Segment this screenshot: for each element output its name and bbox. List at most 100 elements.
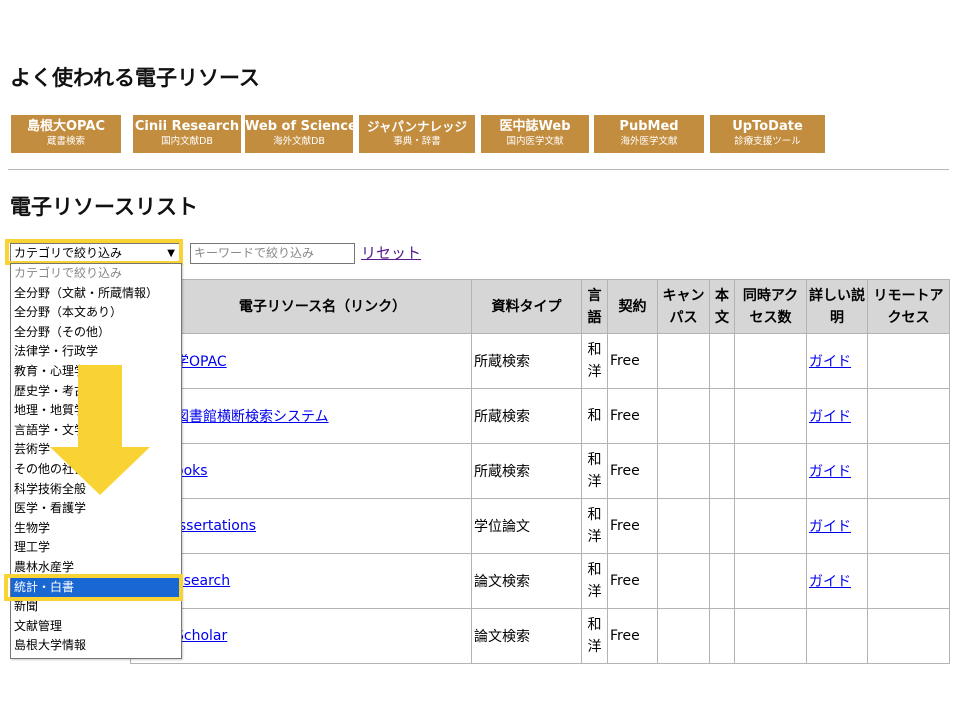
detail-cell: ガイド xyxy=(806,388,868,444)
tile-sublabel: 診療支援ツール xyxy=(734,136,801,147)
contract-cell: Free xyxy=(607,553,658,609)
type-cell-text: 所蔵検索 xyxy=(474,409,530,425)
table-row: ooks 所蔵検索 和洋 Free ガイド xyxy=(130,443,950,499)
select-highlight-frame xyxy=(5,239,183,265)
remote-cell xyxy=(867,333,950,389)
dropdown-option[interactable]: 医学・看護学 xyxy=(11,499,181,519)
concurrent-cell xyxy=(734,388,807,444)
lang-cell-text: 和 xyxy=(587,408,602,424)
lang-cell: 和洋 xyxy=(581,553,608,609)
tile-label: ジャパンナレッジ xyxy=(366,119,467,134)
dropdown-option[interactable]: 島根大学情報 xyxy=(11,636,181,656)
concurrent-cell xyxy=(734,333,807,389)
fulltext-cell xyxy=(709,608,735,664)
col-header-contract[interactable]: 契約 xyxy=(607,279,658,334)
concurrent-cell xyxy=(734,608,807,664)
dropdown-option[interactable]: カテゴリで絞り込み xyxy=(11,264,181,284)
tile-sublabel: 蔵書検索 xyxy=(46,136,85,147)
fulltext-cell xyxy=(709,553,735,609)
tile-label: 医中誌Web xyxy=(499,119,571,134)
contract-cell: Free xyxy=(607,498,658,554)
col-header-fulltext[interactable]: 本文 xyxy=(709,279,735,334)
tile-sublabel: 国内文献DB xyxy=(161,136,213,147)
lang-cell-text: 和洋 xyxy=(587,342,602,380)
contract-cell-text: Free xyxy=(610,628,640,644)
fulltext-cell xyxy=(709,443,735,499)
concurrent-cell xyxy=(734,553,807,609)
tile-cinii[interactable]: Cinii Research 国内文献DB xyxy=(133,115,241,153)
keyword-input[interactable]: キーワードで絞り込み xyxy=(190,243,355,264)
dropdown-option[interactable]: 全分野（本文あり） xyxy=(11,303,181,323)
resource-name-cell-text[interactable]: 学OPAC xyxy=(175,354,227,370)
reset-link[interactable]: リセット xyxy=(361,242,421,263)
lang-cell: 和洋 xyxy=(581,443,608,499)
tile-sublabel: 海外文献DB xyxy=(273,136,325,147)
type-cell: 所蔵検索 xyxy=(471,333,582,389)
contract-cell: Free xyxy=(607,608,658,664)
dropdown-option[interactable]: 文献管理 xyxy=(11,617,181,637)
contract-cell-text: Free xyxy=(610,353,640,369)
type-cell: 所蔵検索 xyxy=(471,388,582,444)
type-cell: 論文検索 xyxy=(471,553,582,609)
dropdown-option[interactable]: 法律学・行政学 xyxy=(11,342,181,362)
resource-name-cell-text[interactable]: issertations xyxy=(175,518,256,534)
fulltext-cell xyxy=(709,388,735,444)
dropdown-option[interactable]: 理工学 xyxy=(11,538,181,558)
tile-label: Web of Science xyxy=(245,119,357,134)
campus-cell xyxy=(657,443,710,499)
concurrent-cell xyxy=(734,443,807,499)
col-header-type[interactable]: 資料タイプ xyxy=(471,279,582,334)
dropdown-option[interactable]: 生物学 xyxy=(11,519,181,539)
contract-cell: Free xyxy=(607,333,658,389)
contract-cell: Free xyxy=(607,443,658,499)
dropdown-option[interactable]: 全分野（その他） xyxy=(11,323,181,343)
option-highlight-frame xyxy=(4,574,183,601)
divider xyxy=(8,169,949,170)
type-cell-text: 所蔵検索 xyxy=(474,354,530,370)
resource-name-cell-text[interactable]: Scholar xyxy=(175,628,227,644)
col-header-campus[interactable]: キャンパス xyxy=(657,279,710,334)
lang-cell-text: 和洋 xyxy=(587,562,602,600)
tile-label: 島根大OPAC xyxy=(27,119,105,134)
detail-cell-text[interactable]: ガイド xyxy=(809,409,851,425)
tile-pubmed[interactable]: PubMed 海外医学文献 xyxy=(594,115,704,153)
detail-cell-text[interactable]: ガイド xyxy=(809,574,851,590)
tile-label: PubMed xyxy=(619,119,679,134)
tile-web-of-science[interactable]: Web of Science 海外文献DB xyxy=(245,115,357,153)
lang-cell: 和洋 xyxy=(581,498,608,554)
col-header-remote[interactable]: リモートアクセス xyxy=(867,279,950,334)
detail-cell-text[interactable]: ガイド xyxy=(809,519,851,535)
remote-cell xyxy=(867,443,950,499)
fulltext-cell xyxy=(709,333,735,389)
table-header-row: 電子リソース名（リンク） 資料タイプ 言語 契約 キャンパス 本文 同時アクセス… xyxy=(130,279,950,334)
table-row: 図書館横断検索システム 所蔵検索 和 Free ガイド xyxy=(130,388,950,444)
tile-opac[interactable]: 島根大OPAC 蔵書検索 xyxy=(11,115,121,153)
dropdown-option[interactable]: 全分野（文献・所蔵情報） xyxy=(11,284,181,304)
col-header-lang[interactable]: 言語 xyxy=(581,279,608,334)
resource-name-cell-text[interactable]: esearch xyxy=(175,573,230,589)
tile-ichushi[interactable]: 医中誌Web 国内医学文献 xyxy=(481,115,589,153)
favorites-heading: よく使われる電子リソース xyxy=(10,66,260,90)
resource-name-cell-text[interactable]: 図書館横断検索システム xyxy=(175,409,329,425)
lang-cell: 和洋 xyxy=(581,608,608,664)
detail-cell-text[interactable]: ガイド xyxy=(809,354,851,370)
campus-cell xyxy=(657,388,710,444)
col-header-concurrent[interactable]: 同時アクセス数 xyxy=(734,279,807,334)
tile-label: Cinii Research xyxy=(134,119,240,134)
type-cell: 論文検索 xyxy=(471,608,582,664)
tile-label: UpToDate xyxy=(732,119,803,134)
lang-cell-text: 和洋 xyxy=(587,452,602,490)
detail-cell: ガイド xyxy=(806,498,868,554)
contract-cell: Free xyxy=(607,388,658,444)
tile-sublabel: 海外医学文献 xyxy=(620,136,678,147)
detail-cell-text[interactable]: ガイド xyxy=(809,464,851,480)
type-cell-text: 論文検索 xyxy=(474,629,530,645)
col-header-detail[interactable]: 詳しい説明 xyxy=(806,279,868,334)
table-row: 学OPAC 所蔵検索 和洋 Free ガイド xyxy=(130,333,950,389)
detail-cell: ガイド xyxy=(806,553,868,609)
contract-cell-text: Free xyxy=(610,518,640,534)
list-heading: 電子リソースリスト xyxy=(10,195,198,219)
tile-uptodate[interactable]: UpToDate 診療支援ツール xyxy=(710,115,825,153)
tile-japanknowledge[interactable]: ジャパンナレッジ 事典・辞書 xyxy=(359,115,475,153)
table-row: issertations 学位論文 和洋 Free ガイド xyxy=(130,498,950,554)
